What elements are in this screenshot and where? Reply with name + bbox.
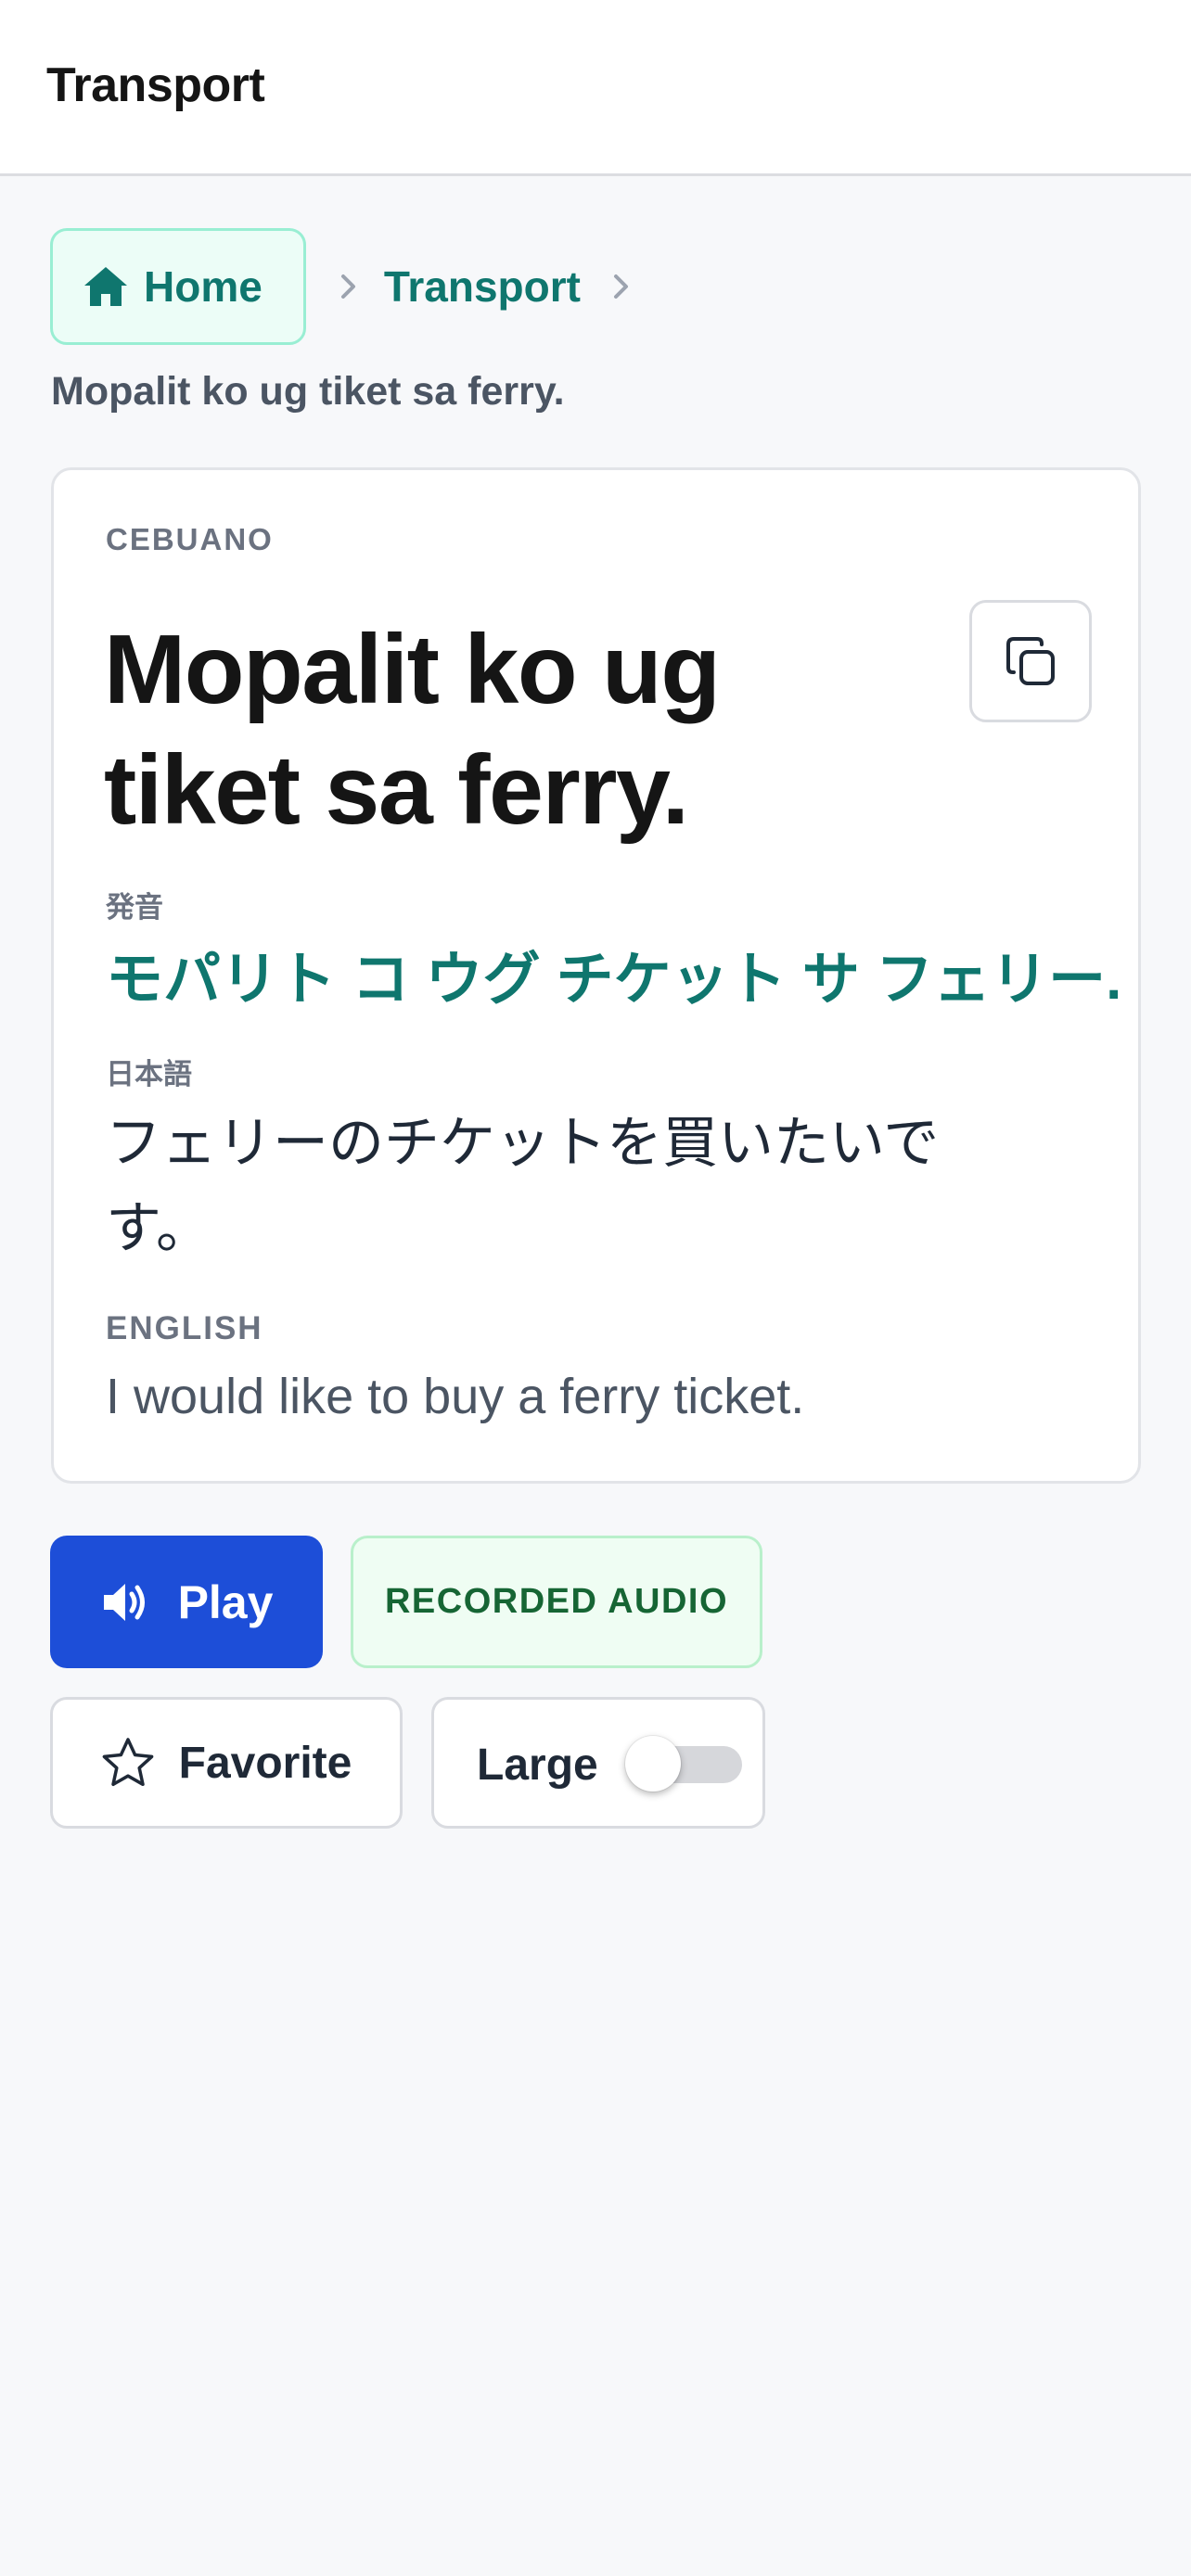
- page-title: Transport: [46, 58, 265, 112]
- pronunciation-label: 発音: [106, 891, 163, 924]
- phrase-text: Mopalit ko ug tiket sa ferry.: [104, 615, 721, 845]
- copy-button[interactable]: [969, 600, 1092, 722]
- breadcrumb: Home Transport: [50, 228, 640, 345]
- play-label: Play: [177, 1575, 274, 1628]
- star-icon: [102, 1738, 153, 1787]
- japanese-translation: フェリーのチケットを買いたいです。: [106, 1112, 940, 1259]
- breadcrumb-current-phrase: Mopalit ko ug tiket sa ferry.: [51, 369, 565, 414]
- breadcrumb-category-link[interactable]: Transport: [384, 261, 581, 312]
- language-label: CEBUANO: [106, 522, 274, 556]
- english-label: ENGLISH: [106, 1310, 263, 1346]
- large-text-toggle[interactable]: Large: [431, 1697, 765, 1829]
- breadcrumb-home-button[interactable]: Home: [50, 228, 306, 345]
- phrase-card: CEBUANO Mopalit ko ug tiket sa ferry. 発音…: [51, 467, 1141, 1484]
- japanese-label: 日本語: [106, 1058, 192, 1090]
- pronunciation-text: モパリト コ ウグ チケット サ フェリー.: [106, 948, 1122, 1012]
- recorded-audio-label: RECORDED AUDIO: [384, 1582, 729, 1621]
- copy-icon: [1006, 637, 1055, 685]
- favorite-button[interactable]: Favorite: [50, 1697, 403, 1829]
- toggle-switch-knob[interactable]: [625, 1736, 681, 1792]
- large-text-label: Large: [477, 1741, 598, 1790]
- home-icon: [84, 267, 127, 306]
- recorded-audio-badge: RECORDED AUDIO: [351, 1536, 762, 1668]
- breadcrumb-home-label: Home: [144, 262, 263, 311]
- play-button[interactable]: Play: [50, 1536, 323, 1668]
- favorite-label: Favorite: [178, 1738, 352, 1788]
- english-translation: I would like to buy a ferry ticket.: [106, 1369, 805, 1424]
- speaker-icon: [103, 1583, 145, 1621]
- chevron-right-icon: [613, 274, 628, 299]
- top-bar: Transport: [0, 0, 1191, 176]
- chevron-right-icon: [340, 274, 355, 299]
